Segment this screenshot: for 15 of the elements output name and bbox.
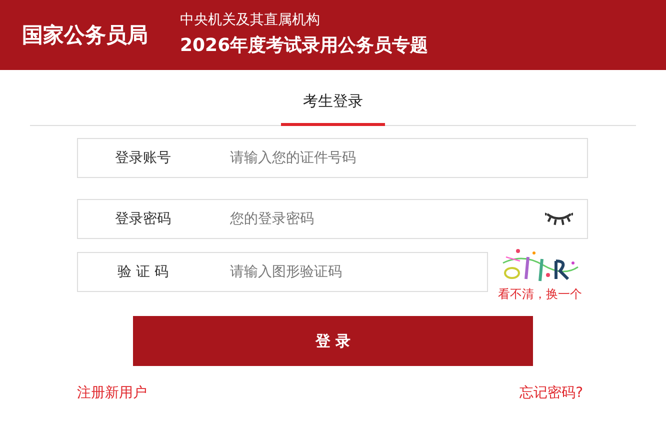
field-label: 登录账号 <box>114 149 172 167</box>
refresh-captcha-link[interactable]: 看不清，换一个 <box>498 286 583 303</box>
field-label: 登录密码 <box>114 210 172 228</box>
register-link[interactable]: 注册新用户 <box>77 384 147 402</box>
captcha-field[interactable]: 验 证 码 请输入图形验证码 <box>77 252 488 292</box>
header-title: 2026年度考试录用公务员专题 <box>180 34 428 57</box>
account-field[interactable]: 登录账号 请输入您的证件号码 <box>77 138 588 178</box>
forgot-password-link[interactable]: 忘记密码? <box>520 384 583 402</box>
login-button[interactable]: 登 录 <box>133 316 533 366</box>
header-subtitle: 中央机关及其直属机构 <box>180 11 321 29</box>
field-label: 验 证 码 <box>116 263 170 281</box>
password-field[interactable]: 登录密码 您的登录密码 <box>77 199 588 239</box>
site-logo[interactable]: 国家公务员局 <box>22 21 180 49</box>
closed-eye-icon[interactable] <box>545 212 573 226</box>
login-tab[interactable]: 考生登录 <box>281 92 385 126</box>
